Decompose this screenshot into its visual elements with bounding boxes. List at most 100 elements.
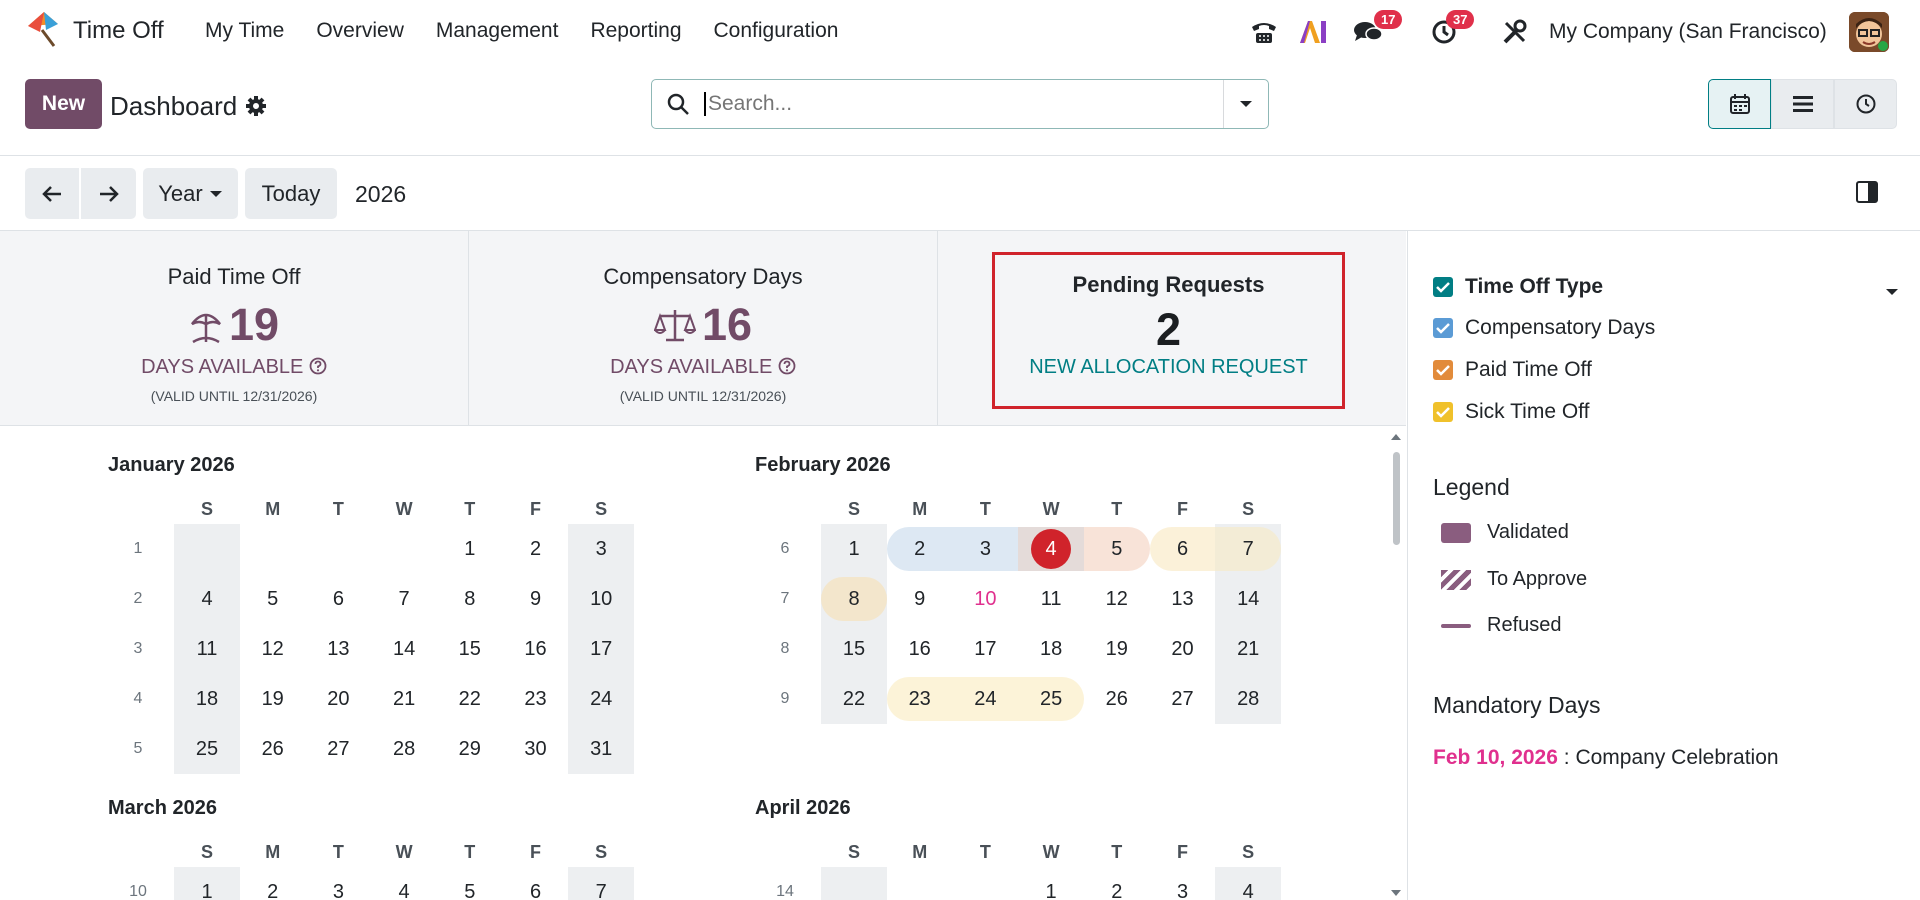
calendar-day[interactable]: 28 xyxy=(371,724,437,774)
calendar-day[interactable]: 24 xyxy=(952,674,1019,724)
calendar-day[interactable]: 1 xyxy=(821,524,887,574)
checkbox-checked-icon[interactable] xyxy=(1433,360,1453,380)
app-name[interactable]: Time Off xyxy=(73,17,164,45)
calendar-day[interactable]: 29 xyxy=(437,724,503,774)
next-button[interactable] xyxy=(81,168,136,219)
calendar-day[interactable]: 12 xyxy=(240,624,306,674)
calendar-day[interactable]: 25 xyxy=(1018,674,1085,724)
calendar-day[interactable]: 5 xyxy=(1083,524,1150,574)
calendar-day[interactable]: 21 xyxy=(1215,624,1282,674)
calendar-scrollbar[interactable] xyxy=(1389,430,1403,900)
calendar-day[interactable]: 30 xyxy=(503,724,569,774)
calendar-day[interactable]: 13 xyxy=(1150,574,1216,624)
phone-icon[interactable] xyxy=(1246,12,1282,52)
calendar-day[interactable]: 6 xyxy=(503,867,569,900)
company-switcher[interactable]: My Company (San Francisco) xyxy=(1549,20,1827,44)
calendar-day[interactable]: 14 xyxy=(371,624,437,674)
activities-icon[interactable]: 37 xyxy=(1426,10,1475,52)
calendar-day[interactable]: 5 xyxy=(437,867,503,900)
calendar-day[interactable]: 26 xyxy=(1084,674,1150,724)
new-allocation-request-link[interactable]: NEW ALLOCATION REQUEST xyxy=(995,356,1342,379)
calendar-day[interactable]: 3 xyxy=(1150,867,1216,900)
calendar-day[interactable]: 13 xyxy=(305,624,371,674)
menu-management[interactable]: Management xyxy=(436,19,559,43)
caret-down-icon[interactable] xyxy=(1885,280,1899,303)
filter-sick-time-off[interactable]: Sick Time Off xyxy=(1433,400,1589,424)
search-options-toggle[interactable] xyxy=(1223,80,1268,128)
filter-time-off-type[interactable]: Time Off Type xyxy=(1433,275,1603,299)
filter-compensatory-days[interactable]: Compensatory Days xyxy=(1433,316,1655,340)
calendar-day[interactable]: 4 xyxy=(1215,867,1282,900)
menu-reporting[interactable]: Reporting xyxy=(590,19,681,43)
calendar-day[interactable]: 3 xyxy=(952,524,1019,574)
calendar-day[interactable]: 1 xyxy=(1018,867,1084,900)
today-button[interactable]: Today xyxy=(245,168,337,219)
calendar-day[interactable]: 6 xyxy=(305,574,371,624)
calendar-day[interactable]: 3 xyxy=(305,867,371,900)
filter-paid-time-off[interactable]: Paid Time Off xyxy=(1433,358,1592,382)
calendar-day[interactable]: 31 xyxy=(568,724,635,774)
user-avatar[interactable] xyxy=(1849,12,1889,52)
calendar-day[interactable]: 22 xyxy=(437,674,503,724)
calendar-day[interactable]: 5 xyxy=(240,574,306,624)
calendar-day[interactable]: 25 xyxy=(174,724,240,774)
calendar-day[interactable]: 23 xyxy=(886,674,953,724)
calendar-day[interactable]: 4 xyxy=(174,574,240,624)
calendar-day[interactable]: 23 xyxy=(503,674,569,724)
calendar-day[interactable]: 17 xyxy=(568,624,635,674)
checkbox-checked-icon[interactable] xyxy=(1433,318,1453,338)
calendar-day[interactable]: 2 xyxy=(503,524,569,574)
calendar-day[interactable]: 9 xyxy=(503,574,569,624)
calendar-day[interactable]: 4 xyxy=(1018,524,1085,574)
calendar-day[interactable]: 2 xyxy=(1084,867,1150,900)
calendar-day[interactable]: 8 xyxy=(821,574,887,624)
calendar-day[interactable]: 8 xyxy=(437,574,503,624)
calendar-view-button[interactable] xyxy=(1708,79,1771,129)
calendar-day[interactable]: 11 xyxy=(174,624,240,674)
list-view-button[interactable] xyxy=(1771,79,1834,129)
calendar-day[interactable]: 1 xyxy=(437,524,503,574)
calendar-day[interactable]: 7 xyxy=(568,867,635,900)
calendar-day[interactable]: 6 xyxy=(1149,524,1216,574)
calendar-day[interactable]: 9 xyxy=(887,574,953,624)
scroll-thumb[interactable] xyxy=(1393,452,1400,545)
calendar-day[interactable]: 12 xyxy=(1084,574,1150,624)
scale-dropdown[interactable]: Year xyxy=(143,168,238,219)
calendar-day[interactable]: 19 xyxy=(1084,624,1150,674)
calendar-day[interactable]: 20 xyxy=(1150,624,1216,674)
calendar-day[interactable]: 7 xyxy=(371,574,437,624)
tools-icon[interactable] xyxy=(1497,12,1533,52)
calendar-day[interactable]: 17 xyxy=(952,624,1018,674)
calendar-day[interactable]: 4 xyxy=(371,867,437,900)
ai-icon[interactable] xyxy=(1295,12,1331,52)
checkbox-checked-icon[interactable] xyxy=(1433,402,1453,422)
calendar-day[interactable]: 16 xyxy=(503,624,569,674)
calendar-day[interactable]: 2 xyxy=(240,867,306,900)
calendar-day[interactable]: 11 xyxy=(1018,574,1084,624)
calendar-day[interactable]: 15 xyxy=(437,624,503,674)
menu-my-time[interactable]: My Time xyxy=(205,19,284,43)
new-button[interactable]: New xyxy=(25,79,102,129)
calendar-day[interactable]: 10 xyxy=(952,574,1018,624)
stat-card-paid-time-off[interactable]: Paid Time Off 19 DAYS AVAILABLE (VALID U… xyxy=(0,231,469,425)
messages-icon[interactable]: 17 xyxy=(1350,10,1403,52)
calendar-day[interactable]: 26 xyxy=(240,724,306,774)
side-panel-toggle-icon[interactable] xyxy=(1855,180,1879,210)
calendar-day[interactable]: 18 xyxy=(174,674,240,724)
calendar-day[interactable]: 22 xyxy=(821,674,887,724)
calendar-day[interactable]: 24 xyxy=(568,674,635,724)
activity-view-button[interactable] xyxy=(1834,79,1897,129)
calendar-day[interactable]: 21 xyxy=(371,674,437,724)
gear-icon[interactable] xyxy=(245,95,267,123)
menu-overview[interactable]: Overview xyxy=(316,19,404,43)
calendar-day[interactable]: 27 xyxy=(305,724,371,774)
calendar-day[interactable]: 1 xyxy=(174,867,240,900)
calendar-day[interactable]: 19 xyxy=(240,674,306,724)
checkbox-checked-icon[interactable] xyxy=(1433,277,1453,297)
calendar-day[interactable]: 14 xyxy=(1215,574,1282,624)
calendar-day[interactable]: 28 xyxy=(1215,674,1282,724)
calendar-day[interactable]: 20 xyxy=(305,674,371,724)
app-logo-icon[interactable] xyxy=(24,10,62,48)
calendar-day[interactable]: 15 xyxy=(821,624,887,674)
search-input[interactable] xyxy=(704,92,1223,116)
